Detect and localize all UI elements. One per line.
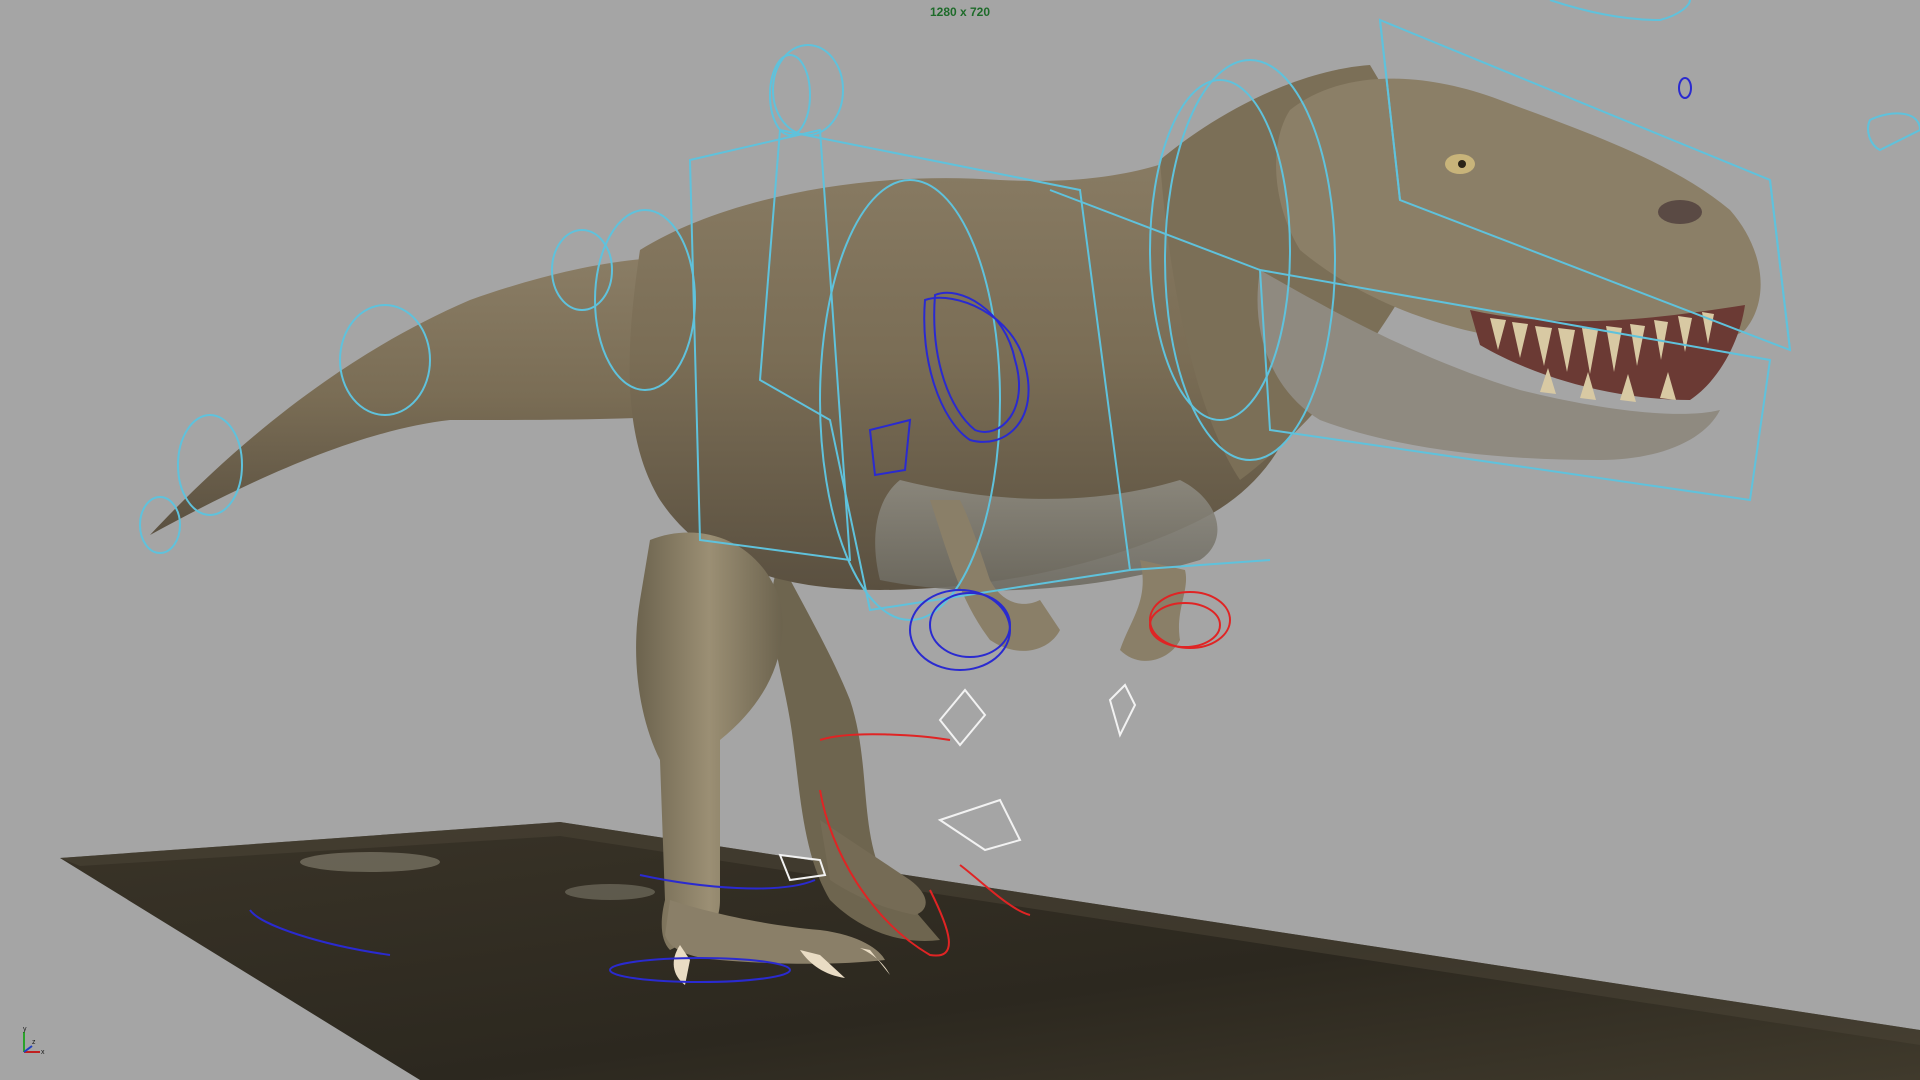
axis-z-label: z	[32, 1039, 36, 1046]
footprint-mark	[565, 884, 655, 900]
maya-3d-viewport[interactable]: 1280 x 720 y z x	[0, 0, 1920, 1080]
axis-y-label: y	[23, 1026, 27, 1033]
viewport-scene[interactable]	[0, 0, 1920, 1080]
dino-nostril	[1658, 200, 1702, 224]
footprint-mark	[300, 852, 440, 872]
dino-pupil	[1458, 160, 1466, 168]
axis-x-label: x	[41, 1049, 45, 1056]
view-axis-indicator: y z x	[23, 1026, 45, 1056]
